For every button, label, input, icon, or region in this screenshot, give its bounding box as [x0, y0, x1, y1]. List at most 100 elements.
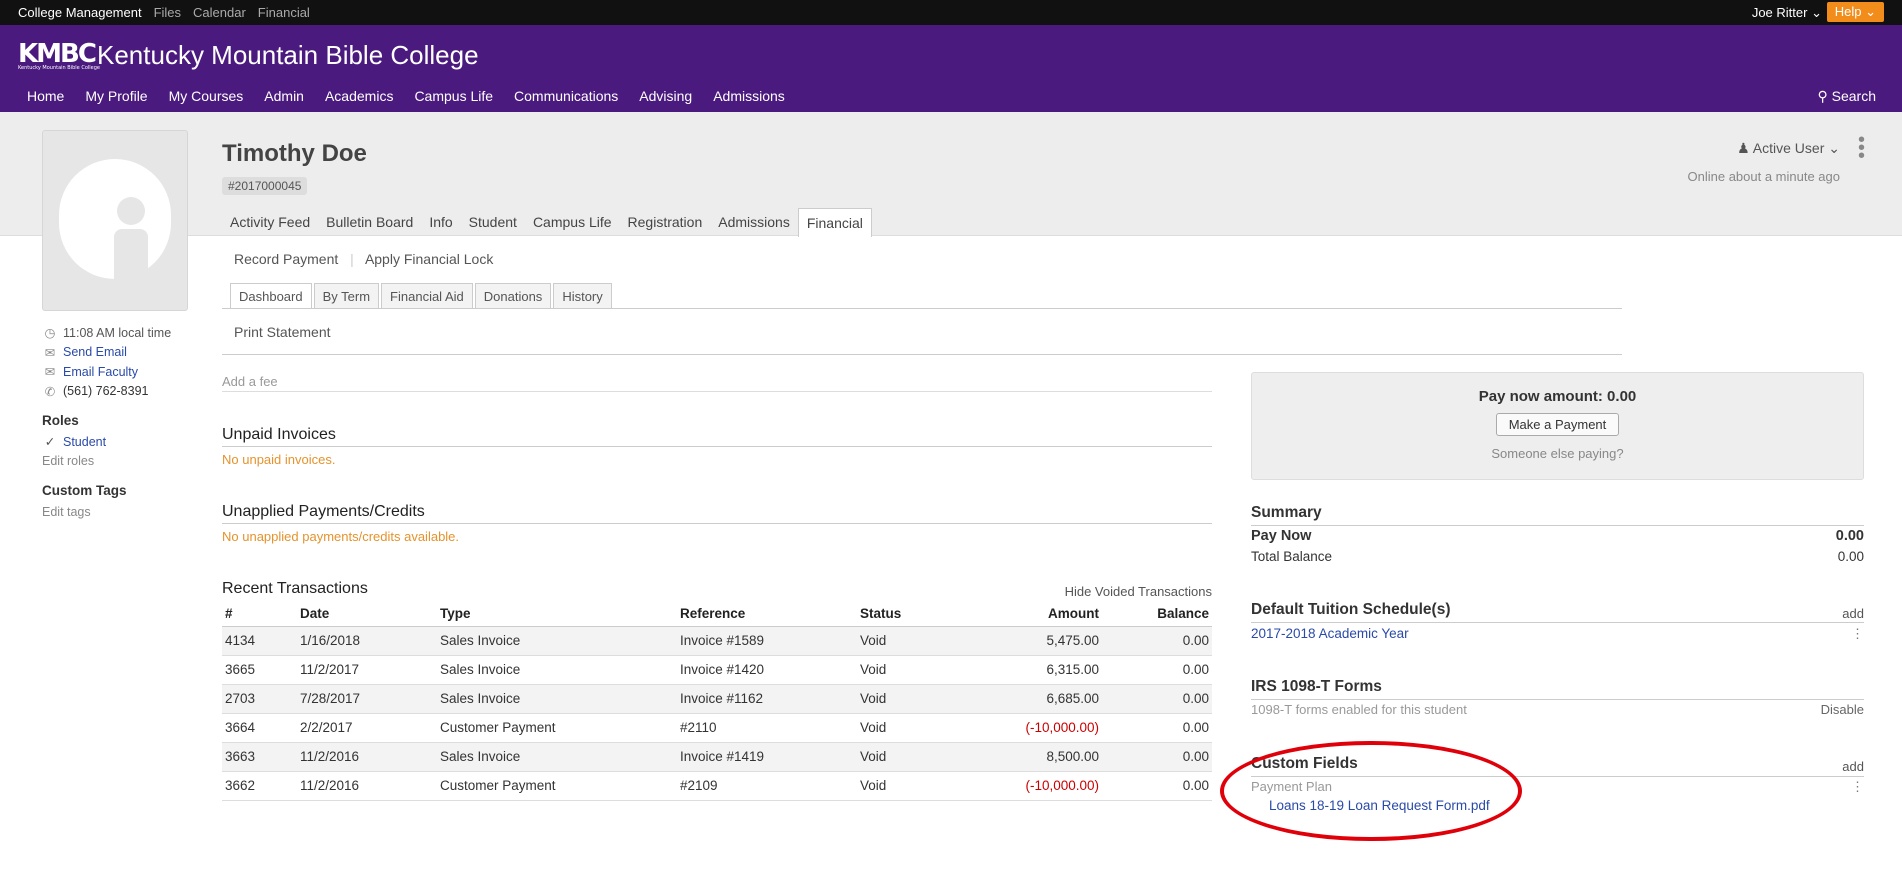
- transaction-type: Sales Invoice: [437, 684, 677, 714]
- total-balance-row: Total Balance 0.00: [1251, 549, 1864, 564]
- hide-voided-link[interactable]: Hide Voided Transactions: [1065, 584, 1212, 599]
- tab-activity-feed[interactable]: Activity Feed: [222, 208, 318, 237]
- edit-tags-link[interactable]: Edit tags: [42, 502, 192, 522]
- tab-financial[interactable]: Financial: [797, 208, 872, 237]
- roles-heading: Roles: [42, 413, 79, 428]
- pay-now-row: Pay Now 0.00: [1251, 528, 1864, 544]
- top-menu-files[interactable]: Files: [154, 5, 181, 20]
- send-email-row[interactable]: ✉ Send Email: [42, 343, 192, 363]
- transaction-reference-link[interactable]: Invoice #1162: [677, 684, 857, 714]
- nav-admin[interactable]: Admin: [264, 88, 304, 104]
- transaction-number-link[interactable]: 3664: [222, 713, 297, 743]
- transaction-type: Customer Payment: [437, 771, 677, 801]
- user-menu[interactable]: Joe Ritter ⌄: [1752, 5, 1822, 21]
- transaction-amount: (-10,000.00): [967, 713, 1102, 743]
- college-name[interactable]: Kentucky Mountain Bible College: [97, 40, 479, 71]
- chevron-down-icon: ⌄: [1865, 4, 1876, 19]
- make-payment-button[interactable]: Make a Payment: [1495, 413, 1620, 436]
- top-menu-calendar[interactable]: Calendar: [193, 5, 246, 20]
- top-menu-financial[interactable]: Financial: [258, 5, 310, 20]
- col-amount[interactable]: Amount: [967, 602, 1102, 627]
- tab-registration[interactable]: Registration: [620, 208, 711, 237]
- avatar-body: [114, 229, 148, 307]
- tab-bulletin-board[interactable]: Bulletin Board: [318, 208, 421, 237]
- tab-donations[interactable]: Donations: [474, 283, 552, 308]
- nav-home[interactable]: Home: [27, 88, 64, 104]
- nav-my-courses[interactable]: My Courses: [169, 88, 244, 104]
- tab-financial-aid[interactable]: Financial Aid: [381, 283, 473, 308]
- tuition-schedule-link[interactable]: 2017-2018 Academic Year: [1251, 626, 1409, 641]
- tab-dashboard[interactable]: Dashboard: [230, 283, 312, 308]
- col-balance[interactable]: Balance: [1102, 602, 1212, 627]
- col-status[interactable]: Status: [857, 602, 967, 627]
- print-statement-link[interactable]: Print Statement: [234, 324, 331, 340]
- transaction-number-link[interactable]: 3665: [222, 655, 297, 685]
- tab-by-term[interactable]: By Term: [313, 283, 380, 308]
- transaction-type: Sales Invoice: [437, 655, 677, 685]
- more-options-icon[interactable]: ⋮: [1851, 626, 1864, 642]
- transaction-number-link[interactable]: 3662: [222, 771, 297, 801]
- someone-else-paying-link[interactable]: Someone else paying?: [1252, 446, 1863, 461]
- transaction-reference-link[interactable]: #2109: [677, 771, 857, 801]
- site-header: KMBC Kentucky Mountain Bible College Ken…: [0, 25, 1902, 112]
- irs-1098t-text: 1098-T forms enabled for this student: [1251, 702, 1467, 717]
- email-faculty-row[interactable]: ✉ Email Faculty: [42, 362, 192, 382]
- nav-academics[interactable]: Academics: [325, 88, 393, 104]
- disable-1098t-link[interactable]: Disable: [1821, 702, 1864, 717]
- tab-student[interactable]: Student: [461, 208, 525, 237]
- add-tuition-link[interactable]: add: [1842, 606, 1864, 621]
- col-reference[interactable]: Reference: [677, 602, 857, 627]
- edit-roles-link[interactable]: Edit roles: [42, 452, 192, 472]
- record-payment-link[interactable]: Record Payment: [234, 251, 338, 267]
- check-icon: ✓: [44, 435, 56, 450]
- online-status: Online about a minute ago: [1687, 169, 1841, 184]
- nav-communications[interactable]: Communications: [514, 88, 618, 104]
- transaction-reference-link[interactable]: Invoice #1589: [677, 626, 857, 656]
- transaction-status: Void: [857, 771, 967, 801]
- user-status-dropdown[interactable]: ♟ Active User ⌄: [1737, 140, 1840, 157]
- transaction-reference-link[interactable]: Invoice #1420: [677, 655, 857, 685]
- tab-campus-life[interactable]: Campus Life: [525, 208, 620, 237]
- person-icon: ♟: [1737, 140, 1750, 156]
- col-number[interactable]: #: [222, 602, 297, 627]
- profile-sidebar: ◷ 11:08 AM local time ✉ Send Email ✉ Ema…: [42, 323, 192, 522]
- tab-history[interactable]: History: [553, 283, 612, 308]
- user-status-label: Active User: [1752, 140, 1825, 156]
- top-menu-college-management[interactable]: College Management: [18, 5, 142, 20]
- avatar[interactable]: [42, 130, 188, 311]
- transaction-reference-link[interactable]: #2110: [677, 713, 857, 743]
- col-date[interactable]: Date: [297, 602, 437, 627]
- add-fee-input[interactable]: Add a fee: [222, 374, 1212, 392]
- col-type[interactable]: Type: [437, 602, 677, 627]
- nav-admissions[interactable]: Admissions: [713, 88, 785, 104]
- more-options-icon[interactable]: • • •: [1858, 130, 1865, 166]
- role-row[interactable]: ✓ Student: [42, 432, 192, 452]
- help-button[interactable]: Help ⌄: [1826, 2, 1884, 22]
- more-options-icon[interactable]: ⋮: [1851, 779, 1864, 795]
- transaction-number-link[interactable]: 4134: [222, 626, 297, 656]
- nav-campus-life[interactable]: Campus Life: [414, 88, 493, 104]
- transaction-date: 1/16/2018: [297, 626, 437, 656]
- tab-admissions[interactable]: Admissions: [710, 208, 798, 237]
- nav-my-profile[interactable]: My Profile: [85, 88, 147, 104]
- main-nav: Home My Profile My Courses Admin Academi…: [27, 88, 785, 104]
- chevron-down-icon: ⌄: [1828, 140, 1840, 156]
- email-faculty-link[interactable]: Email Faculty: [63, 365, 138, 379]
- divider: [222, 308, 1622, 309]
- transaction-balance: 0.00: [1102, 626, 1212, 656]
- transaction-number-link[interactable]: 2703: [222, 684, 297, 714]
- student-id-badge: #2017000045: [222, 177, 308, 195]
- transaction-type: Sales Invoice: [437, 742, 677, 772]
- add-custom-field-link[interactable]: add: [1842, 759, 1864, 774]
- college-logo[interactable]: KMBC Kentucky Mountain Bible College: [18, 39, 100, 71]
- transaction-number-link[interactable]: 3663: [222, 742, 297, 772]
- transaction-reference-link[interactable]: Invoice #1419: [677, 742, 857, 772]
- send-email-link[interactable]: Send Email: [63, 345, 127, 359]
- nav-advising[interactable]: Advising: [639, 88, 692, 104]
- search-button[interactable]: ⚲ Search: [1817, 88, 1876, 105]
- tab-info[interactable]: Info: [421, 208, 460, 237]
- apply-financial-lock-link[interactable]: Apply Financial Lock: [365, 251, 493, 267]
- role-student-link[interactable]: Student: [63, 435, 106, 449]
- transaction-status: Void: [857, 684, 967, 714]
- transaction-amount: 5,475.00: [967, 626, 1102, 656]
